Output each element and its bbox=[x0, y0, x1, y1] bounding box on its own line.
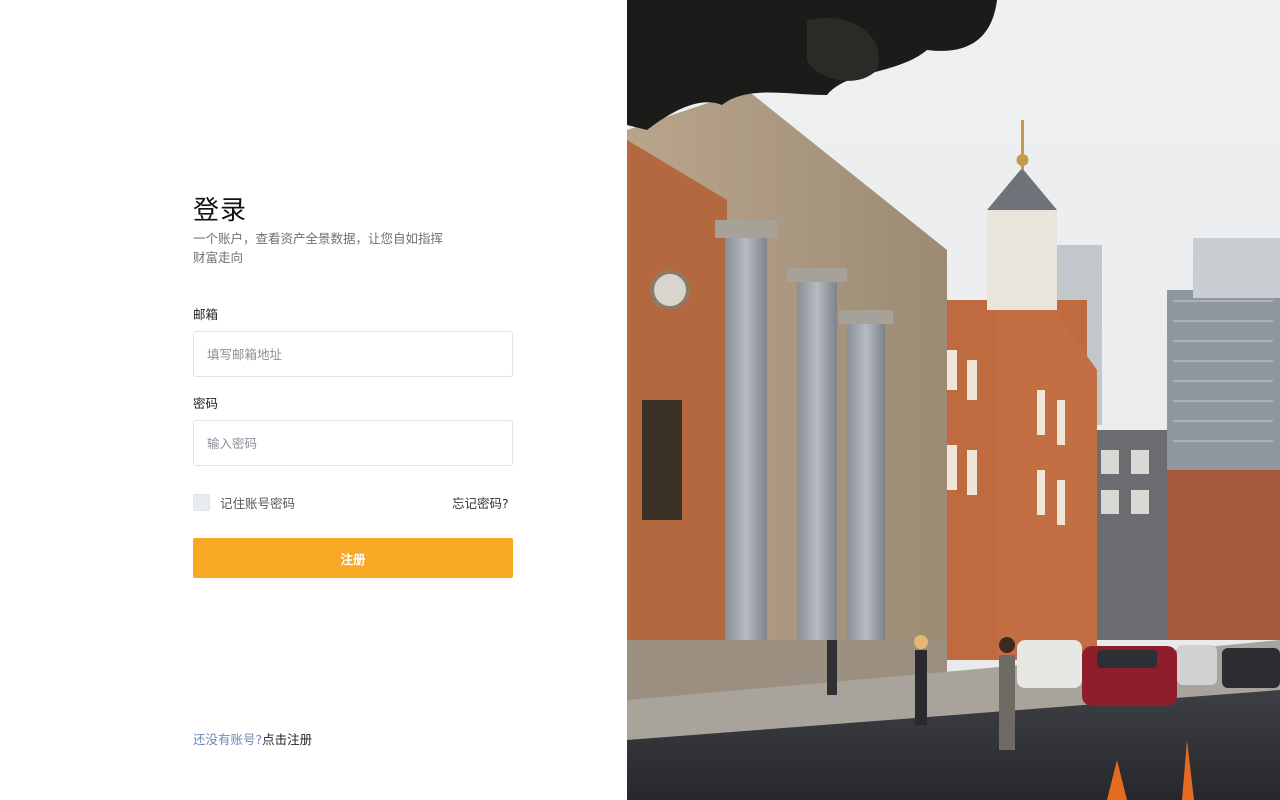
login-panel: 登录 一个账户，查看资产全景数据，让您自如指挥财富走向 邮箱 密码 记住账号密码… bbox=[0, 0, 627, 800]
city-street-photo bbox=[627, 0, 1280, 800]
hero-image bbox=[627, 0, 1280, 800]
forgot-password-link[interactable]: 忘记密码? bbox=[452, 493, 509, 512]
submit-button[interactable]: 注册 bbox=[193, 538, 513, 578]
page-subtitle: 一个账户，查看资产全景数据，让您自如指挥财富走向 bbox=[193, 231, 444, 265]
signup-question: 还没有账号? bbox=[193, 732, 263, 747]
page-title: 登录 bbox=[193, 196, 248, 226]
email-label: 邮箱 bbox=[193, 307, 219, 322]
remember-me[interactable]: 记住账号密码 bbox=[193, 493, 295, 512]
password-label: 密码 bbox=[193, 396, 219, 411]
remember-label: 记住账号密码 bbox=[220, 496, 296, 511]
password-field[interactable] bbox=[193, 420, 513, 466]
signup-link[interactable]: 点击注册 bbox=[262, 732, 312, 747]
remember-checkbox[interactable] bbox=[193, 494, 210, 511]
signup-prompt: 还没有账号?点击注册 bbox=[193, 729, 312, 748]
email-field[interactable] bbox=[193, 331, 513, 377]
